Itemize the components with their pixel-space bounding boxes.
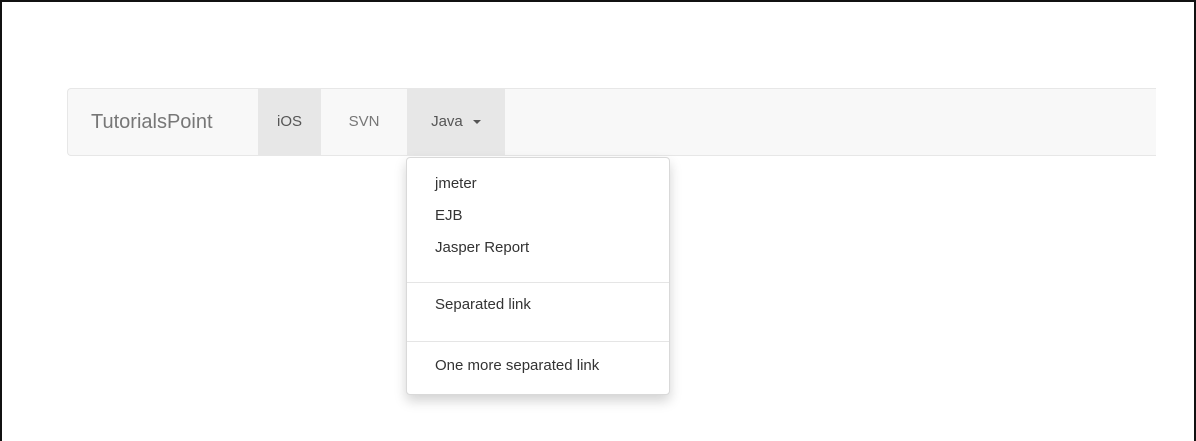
dropdown-item-one-more-separated-link[interactable]: One more separated link: [435, 357, 599, 374]
nav-item-ios-label: iOS: [276, 113, 302, 130]
java-dropdown-menu: jmeter EJB Jasper Report Separated link …: [406, 157, 670, 395]
caret-down-icon: [472, 120, 481, 125]
dropdown-divider: [407, 341, 669, 342]
dropdown-item-jmeter[interactable]: jmeter: [435, 175, 477, 192]
nav-item-svn-label: SVN: [348, 113, 380, 130]
navbar: TutorialsPoint iOS SVN Java: [67, 88, 1156, 156]
dropdown-item-ejb[interactable]: EJB: [435, 207, 463, 224]
navbar-brand[interactable]: TutorialsPoint: [91, 89, 213, 155]
dropdown-item-jasper-report[interactable]: Jasper Report: [435, 239, 529, 256]
dropdown-item-separated-link[interactable]: Separated link: [435, 296, 531, 313]
nav-item-svn[interactable]: SVN: [321, 89, 407, 155]
nav-item-ios[interactable]: iOS: [258, 89, 321, 155]
page-frame: TutorialsPoint iOS SVN Java jmeter EJB J…: [0, 0, 1196, 441]
dropdown-divider: [407, 282, 669, 283]
nav-item-java-dropdown-toggle[interactable]: Java: [407, 89, 505, 155]
nav-item-java-label: Java: [431, 113, 463, 130]
